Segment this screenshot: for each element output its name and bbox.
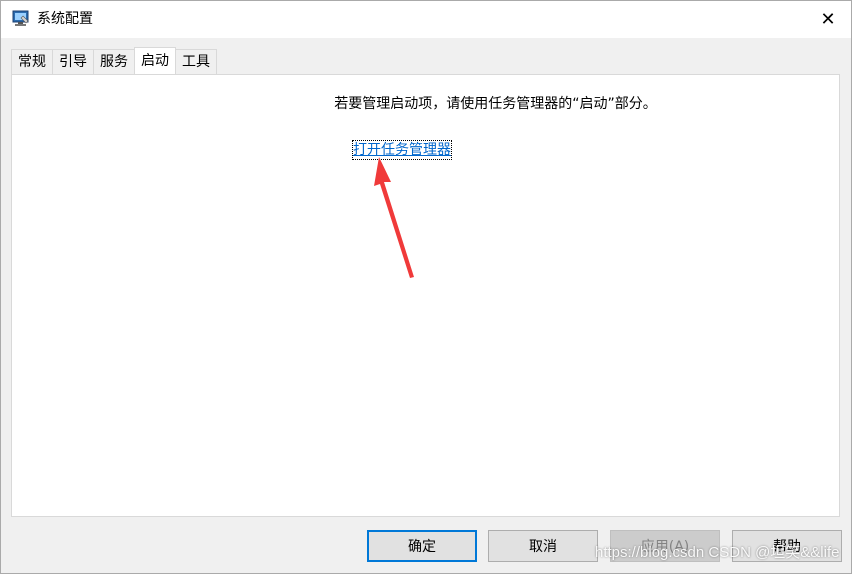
tab-general[interactable]: 常规 (11, 49, 53, 74)
tab-startup[interactable]: 启动 (134, 47, 176, 74)
system-config-app-icon (12, 10, 29, 26)
close-icon: ✕ (820, 9, 836, 30)
ok-button[interactable]: 确定 (367, 530, 477, 562)
cancel-button[interactable]: 取消 (488, 530, 598, 562)
startup-instruction: 若要管理启动项，请使用任务管理器的“启动”部分。 (334, 96, 657, 112)
tab-strip: 常规 引导 服务 启动 工具 (11, 47, 217, 75)
tab-services[interactable]: 服务 (93, 49, 135, 74)
tab-boot[interactable]: 引导 (52, 49, 94, 74)
apply-button[interactable]: 应用(A) (610, 530, 720, 562)
tab-tools[interactable]: 工具 (175, 49, 217, 74)
close-button[interactable]: ✕ (805, 1, 851, 38)
system-config-window: 系统配置 ✕ 常规 引导 服务 启动 工具 若要管理启动项，请使用任务管理器的“… (0, 0, 852, 574)
help-button[interactable]: 帮助 (732, 530, 842, 562)
red-annotation-arrow-icon (374, 157, 414, 278)
title-bar: 系统配置 ✕ (1, 1, 851, 38)
window-title: 系统配置 (37, 11, 93, 27)
open-task-manager-link[interactable]: 打开任务管理器 (352, 140, 452, 160)
startup-panel: 若要管理启动项，请使用任务管理器的“启动”部分。 打开任务管理器 (11, 74, 840, 517)
